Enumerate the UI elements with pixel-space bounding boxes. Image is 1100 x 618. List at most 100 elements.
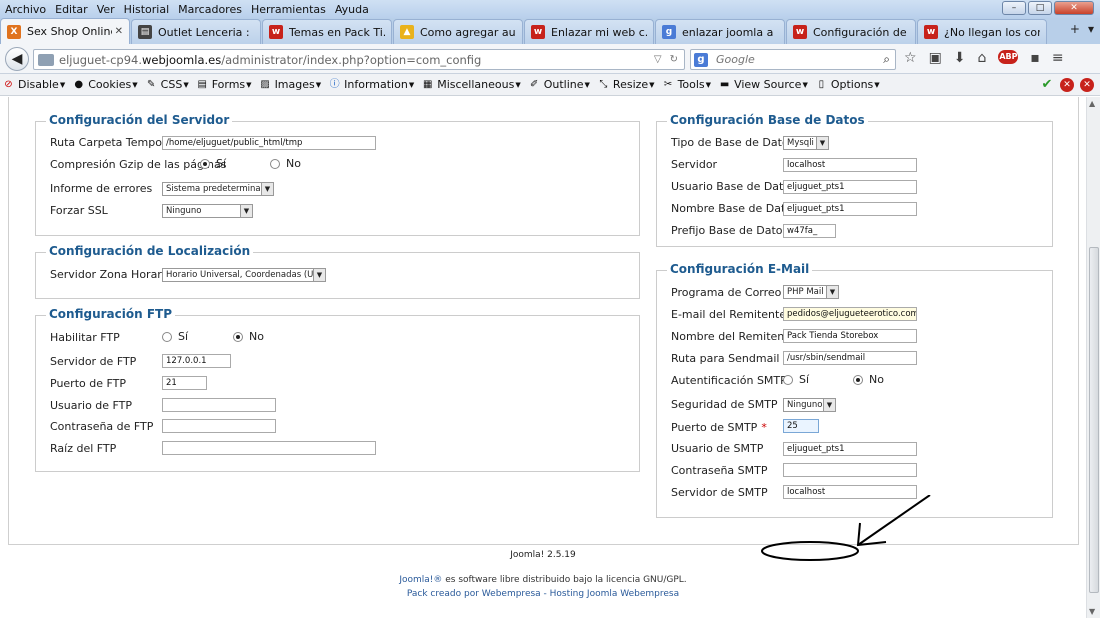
page-scrollbar[interactable]: ▲ ▼ <box>1086 97 1100 618</box>
timezone-select[interactable]: Horario Universal, Coordenadas (UTC) ▼ <box>162 268 326 282</box>
menu-marcadores[interactable]: Marcadores <box>173 3 246 16</box>
from-name-field[interactable]: Pack Tienda Storebox <box>783 329 917 343</box>
dev-outline[interactable]: ✐ Outline ▼ <box>528 78 590 91</box>
ftp-yes-radio[interactable]: Sí <box>162 330 188 343</box>
search-icon[interactable]: ⌕ <box>883 52 895 67</box>
joomla-version: Joomla! 2.5.19 <box>510 550 576 560</box>
browser-tab[interactable]: w Enlazar mi web c... <box>524 19 654 44</box>
browser-tab[interactable]: X Sex Shop Online. ... ✕ <box>0 18 130 44</box>
error-icon[interactable]: ✕ <box>1060 78 1074 92</box>
radio-selected-icon <box>853 374 863 385</box>
dev-information[interactable]: ⓘ Information ▼ <box>328 78 415 91</box>
dev-miscellaneous[interactable]: ▦ Miscellaneous ▼ <box>421 78 521 91</box>
dev-options[interactable]: ▯ Options ▼ <box>815 78 880 91</box>
smtp-port-field[interactable]: 25 <box>783 419 819 433</box>
tab-close-icon[interactable]: ✕ <box>115 26 123 37</box>
browser-tab[interactable]: ▲ Como agregar au... <box>393 19 523 44</box>
smtp-auth-no-radio[interactable]: No <box>853 373 884 386</box>
locale-fieldset: Configuración de Localización Servidor Z… <box>35 244 640 299</box>
dev-images[interactable]: ▨ Images ▼ <box>259 78 321 91</box>
db-type-select[interactable]: Mysqli ▼ <box>783 136 829 150</box>
new-tab-icon[interactable]: + <box>1070 22 1080 36</box>
ftp-user-field[interactable] <box>162 398 276 412</box>
browser-tab[interactable]: g enlazar joomla a ... <box>655 19 785 44</box>
dev-tools[interactable]: ✂ Tools ▼ <box>662 78 711 91</box>
search-box[interactable]: g ⌕ <box>690 49 896 70</box>
scrollbar-thumb[interactable] <box>1089 247 1099 593</box>
valid-check-icon[interactable]: ✔ <box>1040 78 1054 92</box>
reload-icon[interactable]: ↻ <box>670 54 678 65</box>
menu-editar[interactable]: Editar <box>50 3 92 16</box>
search-input[interactable] <box>716 53 866 66</box>
dev-disable[interactable]: ⊘ Disable ▼ <box>2 78 65 91</box>
db-user-label: Usuario Base de Datos <box>671 180 796 193</box>
force-ssl-select[interactable]: Ninguno ▼ <box>162 204 253 218</box>
page-icon: ▤ <box>138 25 152 39</box>
close-toolbar-icon[interactable]: ✕ <box>1080 78 1094 92</box>
site-identity-icon[interactable] <box>38 53 54 66</box>
scroll-up-icon[interactable]: ▲ <box>1089 99 1095 108</box>
mailer-select[interactable]: PHP Mail ▼ <box>783 285 839 299</box>
mail-from-field[interactable]: pedidos@eljugueteerotico.com <box>783 307 917 321</box>
minimize-icon[interactable]: – <box>1002 1 1026 15</box>
menu-historial[interactable]: Historial <box>119 3 173 16</box>
close-window-icon[interactable]: ✕ <box>1054 1 1094 15</box>
google-drive-icon: ▲ <box>400 25 414 39</box>
ftp-password-field[interactable] <box>162 419 276 433</box>
browser-tab[interactable]: w ¿No llegan los cor... <box>917 19 1047 44</box>
ftp-user-label: Usuario de FTP <box>50 399 133 412</box>
tmp-path-field[interactable]: /home/eljuguet/public_html/tmp <box>162 136 376 150</box>
dropdown-arrow-icon[interactable]: ▽ <box>654 54 662 65</box>
dev-forms[interactable]: ▤ Forms ▼ <box>196 78 251 91</box>
smtp-password-field[interactable] <box>783 463 917 477</box>
smtp-security-label: Seguridad de SMTP <box>671 398 778 411</box>
menu-archivo[interactable]: Archivo <box>0 3 50 16</box>
gzip-no-radio[interactable]: No <box>270 157 301 170</box>
gzip-yes-radio[interactable]: Sí <box>200 157 226 170</box>
menu-ver[interactable]: Ver <box>92 3 119 16</box>
browser-tab[interactable]: ▤ Outlet Lenceria : ... <box>131 19 261 44</box>
radio-icon <box>783 374 793 385</box>
url-bar[interactable]: eljuguet-cp94.webjoomla.es/administrator… <box>33 49 685 70</box>
error-reporting-select[interactable]: Sistema predeterminado ▼ <box>162 182 274 196</box>
sendmail-path-field[interactable]: /usr/sbin/sendmail <box>783 351 917 365</box>
ftp-host-field[interactable]: 127.0.0.1 <box>162 354 231 368</box>
browser-tab[interactable]: w Configuración de ... <box>786 19 916 44</box>
smtp-host-field[interactable]: localhost <box>783 485 917 499</box>
back-button[interactable]: ◀ <box>5 47 29 71</box>
browser-tab[interactable]: w Temas en Pack Ti... <box>262 19 392 44</box>
home-icon[interactable]: ⌂ <box>978 50 987 66</box>
joomla-link[interactable]: Joomla!® <box>399 575 442 585</box>
ftp-root-field[interactable] <box>162 441 376 455</box>
google-g-icon[interactable]: g <box>694 52 708 67</box>
db-prefix-field[interactable]: w47fa_ <box>783 224 836 238</box>
adblock-icon[interactable]: ABP <box>998 50 1019 64</box>
maximize-icon[interactable]: □ <box>1028 1 1052 15</box>
webempresa-credit-link[interactable]: Pack creado por Webempresa - Hosting Joo… <box>0 589 1086 599</box>
download-icon[interactable]: ⬇ <box>954 50 966 66</box>
db-user-field[interactable]: eljuguet_pts1 <box>783 180 917 194</box>
smtp-security-select[interactable]: Ninguno ▼ <box>783 398 836 412</box>
db-host-field[interactable]: localhost <box>783 158 917 172</box>
dev-css[interactable]: ✎ CSS ▼ <box>145 78 189 91</box>
force-ssl-label: Forzar SSL <box>50 204 108 217</box>
menu-icon[interactable]: ≡ <box>1052 50 1064 66</box>
dev-resize[interactable]: ⤡ Resize ▼ <box>597 78 654 91</box>
bookmarks-menu-icon[interactable]: ▣ <box>929 50 942 66</box>
dev-cookies[interactable]: ● Cookies ▼ <box>72 78 137 91</box>
dev-view-source[interactable]: ▬ View Source ▼ <box>718 78 808 91</box>
ftp-port-field[interactable]: 21 <box>162 376 207 390</box>
list-all-tabs-icon[interactable]: ▾ <box>1088 22 1094 36</box>
ftp-root-label: Raíz del FTP <box>50 442 117 455</box>
account-icon[interactable]: ▪ <box>1030 50 1040 66</box>
smtp-auth-yes-radio[interactable]: Sí <box>783 373 809 386</box>
smtp-user-field[interactable]: eljuguet_pts1 <box>783 442 917 456</box>
resize-icon: ⤡ <box>599 79 608 90</box>
menu-herramientas[interactable]: Herramientas <box>246 3 330 16</box>
menu-ayuda[interactable]: Ayuda <box>330 3 373 16</box>
db-name-field[interactable]: eljuguet_pts1 <box>783 202 917 216</box>
bookmark-star-icon[interactable]: ☆ <box>904 50 917 66</box>
db-prefix-label: Prefijo Base de Datos <box>671 224 789 237</box>
scroll-down-icon[interactable]: ▼ <box>1089 607 1095 616</box>
ftp-no-radio[interactable]: No <box>233 330 264 343</box>
